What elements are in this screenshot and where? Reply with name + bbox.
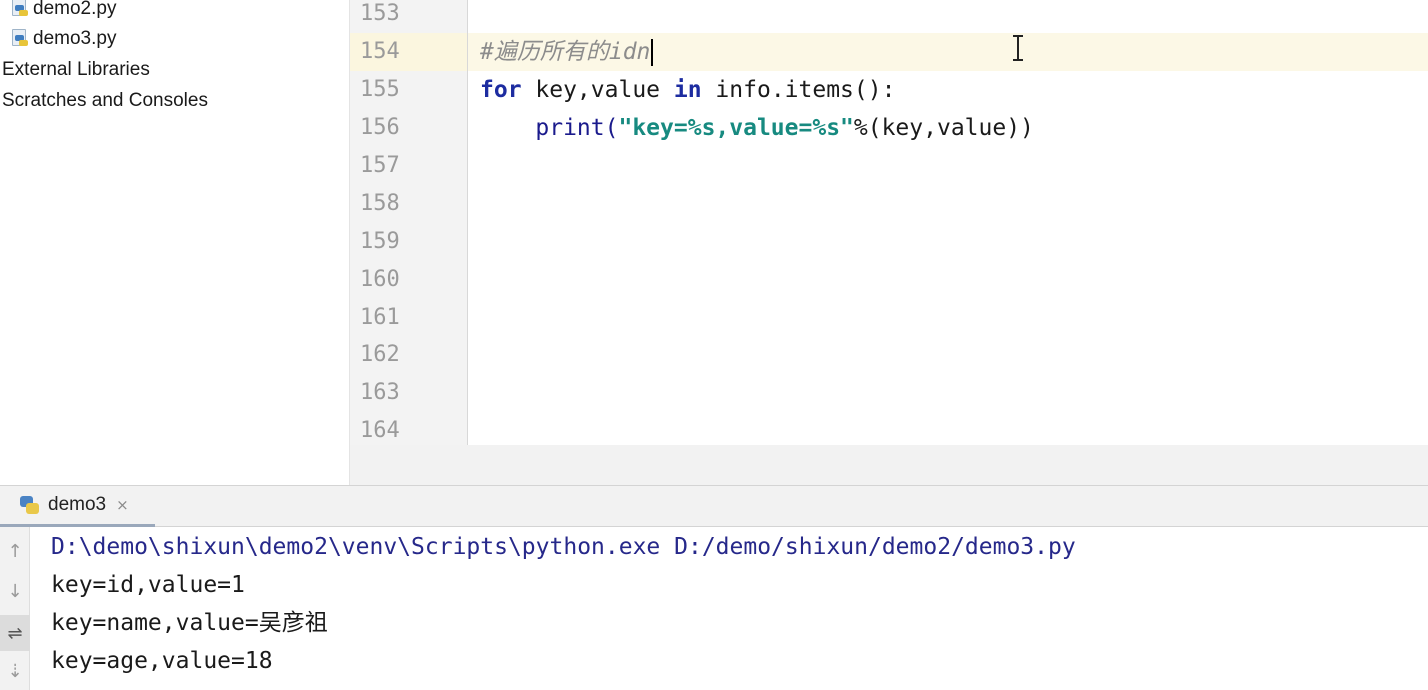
mouse-ibeam-cursor-icon <box>1013 35 1023 61</box>
keyword-in: in <box>673 77 702 103</box>
code-line-comment[interactable]: #遍历所有的idn <box>480 33 654 71</box>
line-number: 156 <box>360 115 400 140</box>
tree-item-label: demo2.py <box>33 0 117 19</box>
close-icon[interactable]: × <box>116 496 129 514</box>
line-number: 157 <box>360 153 400 178</box>
line-number: 162 <box>360 342 400 367</box>
python-file-icon <box>10 0 29 18</box>
console-output-line: key=name,value=吴彦祖 <box>51 610 328 636</box>
code-for-vars: key,value <box>521 77 674 103</box>
console-output-line: key=age,value=18 <box>51 648 273 674</box>
ide-window: demo2.py demo3.py External Libraries Scr… <box>0 0 1428 690</box>
arrow-down-icon[interactable]: ↓ <box>0 573 30 609</box>
code-line-for[interactable]: for key,value in info.items(): <box>480 71 895 109</box>
line-number: 158 <box>360 191 400 216</box>
tree-item-scratches-and-consoles[interactable]: Scratches and Consoles <box>2 85 208 116</box>
python-run-icon <box>20 495 40 515</box>
line-number: 161 <box>360 305 400 330</box>
tree-item-demo3[interactable]: demo3.py <box>0 23 116 54</box>
code-for-iter: info.items(): <box>701 77 896 103</box>
code-print-rest: %(key,value)) <box>853 115 1034 141</box>
code-editor[interactable]: 153 154 155 156 157 158 159 160 161 162 … <box>350 0 1428 445</box>
line-number-gutter: 153 154 155 156 157 158 159 160 161 162 … <box>350 0 468 445</box>
scroll-to-end-icon[interactable]: ⇣ <box>0 653 30 689</box>
code-print-fn: print( <box>535 115 619 141</box>
tree-item-label: demo3.py <box>33 27 117 49</box>
code-comment: #遍历所有的idn <box>480 39 651 65</box>
line-number: 153 <box>360 1 400 26</box>
code-string-literal: "key=%s,value=%s" <box>618 115 854 141</box>
line-number: 160 <box>360 267 400 292</box>
run-console-output[interactable]: D:\demo\shixun\demo2\venv\Scripts\python… <box>30 527 1428 690</box>
code-line-print[interactable]: print("key=%s,value=%s"%(key,value)) <box>480 109 1034 147</box>
console-output-line: key=id,value=1 <box>51 572 245 598</box>
tree-item-demo2[interactable]: demo2.py <box>0 0 116 24</box>
line-number: 155 <box>360 77 400 102</box>
tree-item-external-libraries[interactable]: External Libraries <box>2 54 150 85</box>
keyword-for: for <box>480 77 522 103</box>
console-command-line: D:\demo\shixun\demo2\venv\Scripts\python… <box>51 534 1076 560</box>
run-toolbar: ↑ ↓ ⇌ ⇣ <box>0 527 30 690</box>
line-number: 154 <box>360 39 400 64</box>
text-caret <box>651 39 654 66</box>
soft-wrap-icon[interactable]: ⇌ <box>0 615 30 651</box>
arrow-up-icon[interactable]: ↑ <box>0 533 30 569</box>
tree-item-label: Scratches and Consoles <box>2 89 208 111</box>
line-number: 163 <box>360 380 400 405</box>
tree-item-label: External Libraries <box>2 58 150 80</box>
line-number: 159 <box>360 229 400 254</box>
editor-bottom-area <box>350 445 1428 485</box>
python-file-icon <box>10 29 29 48</box>
run-panel-header: demo3 × <box>0 485 1428 527</box>
run-tab-label: demo3 <box>48 494 107 515</box>
run-tab-demo3[interactable]: demo3 × <box>0 486 155 527</box>
project-tree: demo2.py demo3.py External Libraries Scr… <box>0 0 350 485</box>
